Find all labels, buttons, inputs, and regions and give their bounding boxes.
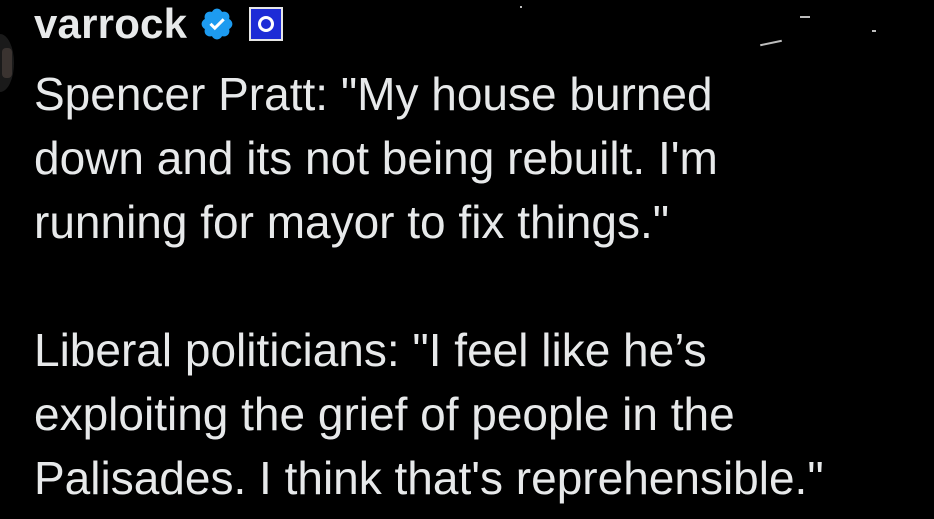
tweet-paragraph-1: Spencer Pratt: "My house burned down and… (34, 68, 718, 248)
tweet-header: varrock (34, 2, 284, 46)
affiliate-ring-icon (258, 16, 275, 32)
tweet-paragraph-2: Liberal politicians: "I feel like he’s e… (34, 324, 824, 504)
display-name[interactable]: varrock (34, 2, 187, 46)
verified-badge-icon[interactable] (199, 6, 235, 42)
tweet-text: Spencer Pratt: "My house burned down and… (34, 62, 914, 510)
background-speck (520, 6, 522, 8)
background-speck (760, 39, 782, 47)
background-speck (872, 30, 876, 32)
background-speck (800, 16, 810, 18)
affiliate-badge-icon[interactable] (249, 7, 284, 41)
avatar[interactable] (0, 34, 14, 92)
